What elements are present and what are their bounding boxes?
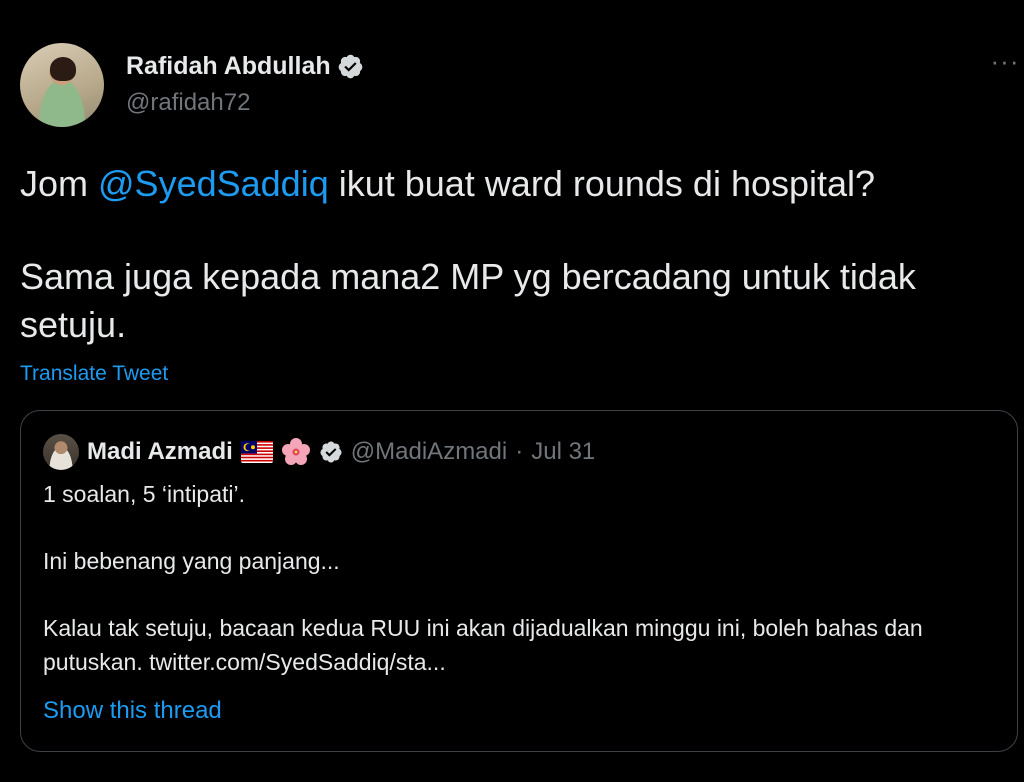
verified-badge-icon xyxy=(320,441,342,463)
hibiscus-icon xyxy=(281,438,310,465)
author-handle[interactable]: @rafidah72 xyxy=(126,89,250,117)
quoted-line-1: 1 soalan, 5 ‘intipati’. xyxy=(43,481,246,507)
more-options-icon[interactable]: ··· xyxy=(990,48,1020,74)
tweet-text-part: Jom xyxy=(20,163,99,204)
quoted-tweet-header: Madi Azmadi @MadiAzmadi · Jul 31 xyxy=(87,437,595,467)
separator-dot: · xyxy=(515,438,524,465)
quoted-tweet-card[interactable]: Madi Azmadi @MadiAzmadi · Jul 31 1 soala… xyxy=(20,410,1018,752)
quoted-author-avatar[interactable] xyxy=(43,434,79,470)
quoted-tweet-date[interactable]: Jul 31 xyxy=(531,438,595,466)
verified-badge-icon xyxy=(338,54,362,79)
tweet-text-part: ikut buat ward rounds di hospital? xyxy=(328,163,876,204)
translate-tweet-link[interactable]: Translate Tweet xyxy=(20,362,168,386)
quoted-author-handle[interactable]: @MadiAzmadi xyxy=(351,438,507,466)
tweet-line-1: Jom @SyedSaddiq ikut buat ward rounds di… xyxy=(20,160,1010,208)
tweet-text: Jom @SyedSaddiq ikut buat ward rounds di… xyxy=(20,160,1010,349)
quoted-line-3: Kalau tak setuju, bacaan kedua RUU ini a… xyxy=(43,615,923,675)
tweet-paragraph-2: Sama juga kepada mana2 MP yg bercadang u… xyxy=(20,256,916,345)
author-name[interactable]: Rafidah Abdullah xyxy=(126,52,331,81)
malaysia-flag-icon xyxy=(240,441,273,463)
author-avatar[interactable] xyxy=(20,43,104,127)
avatar-hair xyxy=(50,57,76,81)
quoted-line-2: Ini bebenang yang panjang... xyxy=(43,548,340,574)
author-name-row[interactable]: Rafidah Abdullah xyxy=(126,52,364,81)
quoted-author-name[interactable]: Madi Azmadi xyxy=(87,438,233,466)
show-thread-link[interactable]: Show this thread xyxy=(43,697,222,725)
quoted-tweet-body: 1 soalan, 5 ‘intipati’. Ini bebenang yan… xyxy=(43,477,993,679)
mention-link[interactable]: @SyedSaddiq xyxy=(98,163,329,204)
